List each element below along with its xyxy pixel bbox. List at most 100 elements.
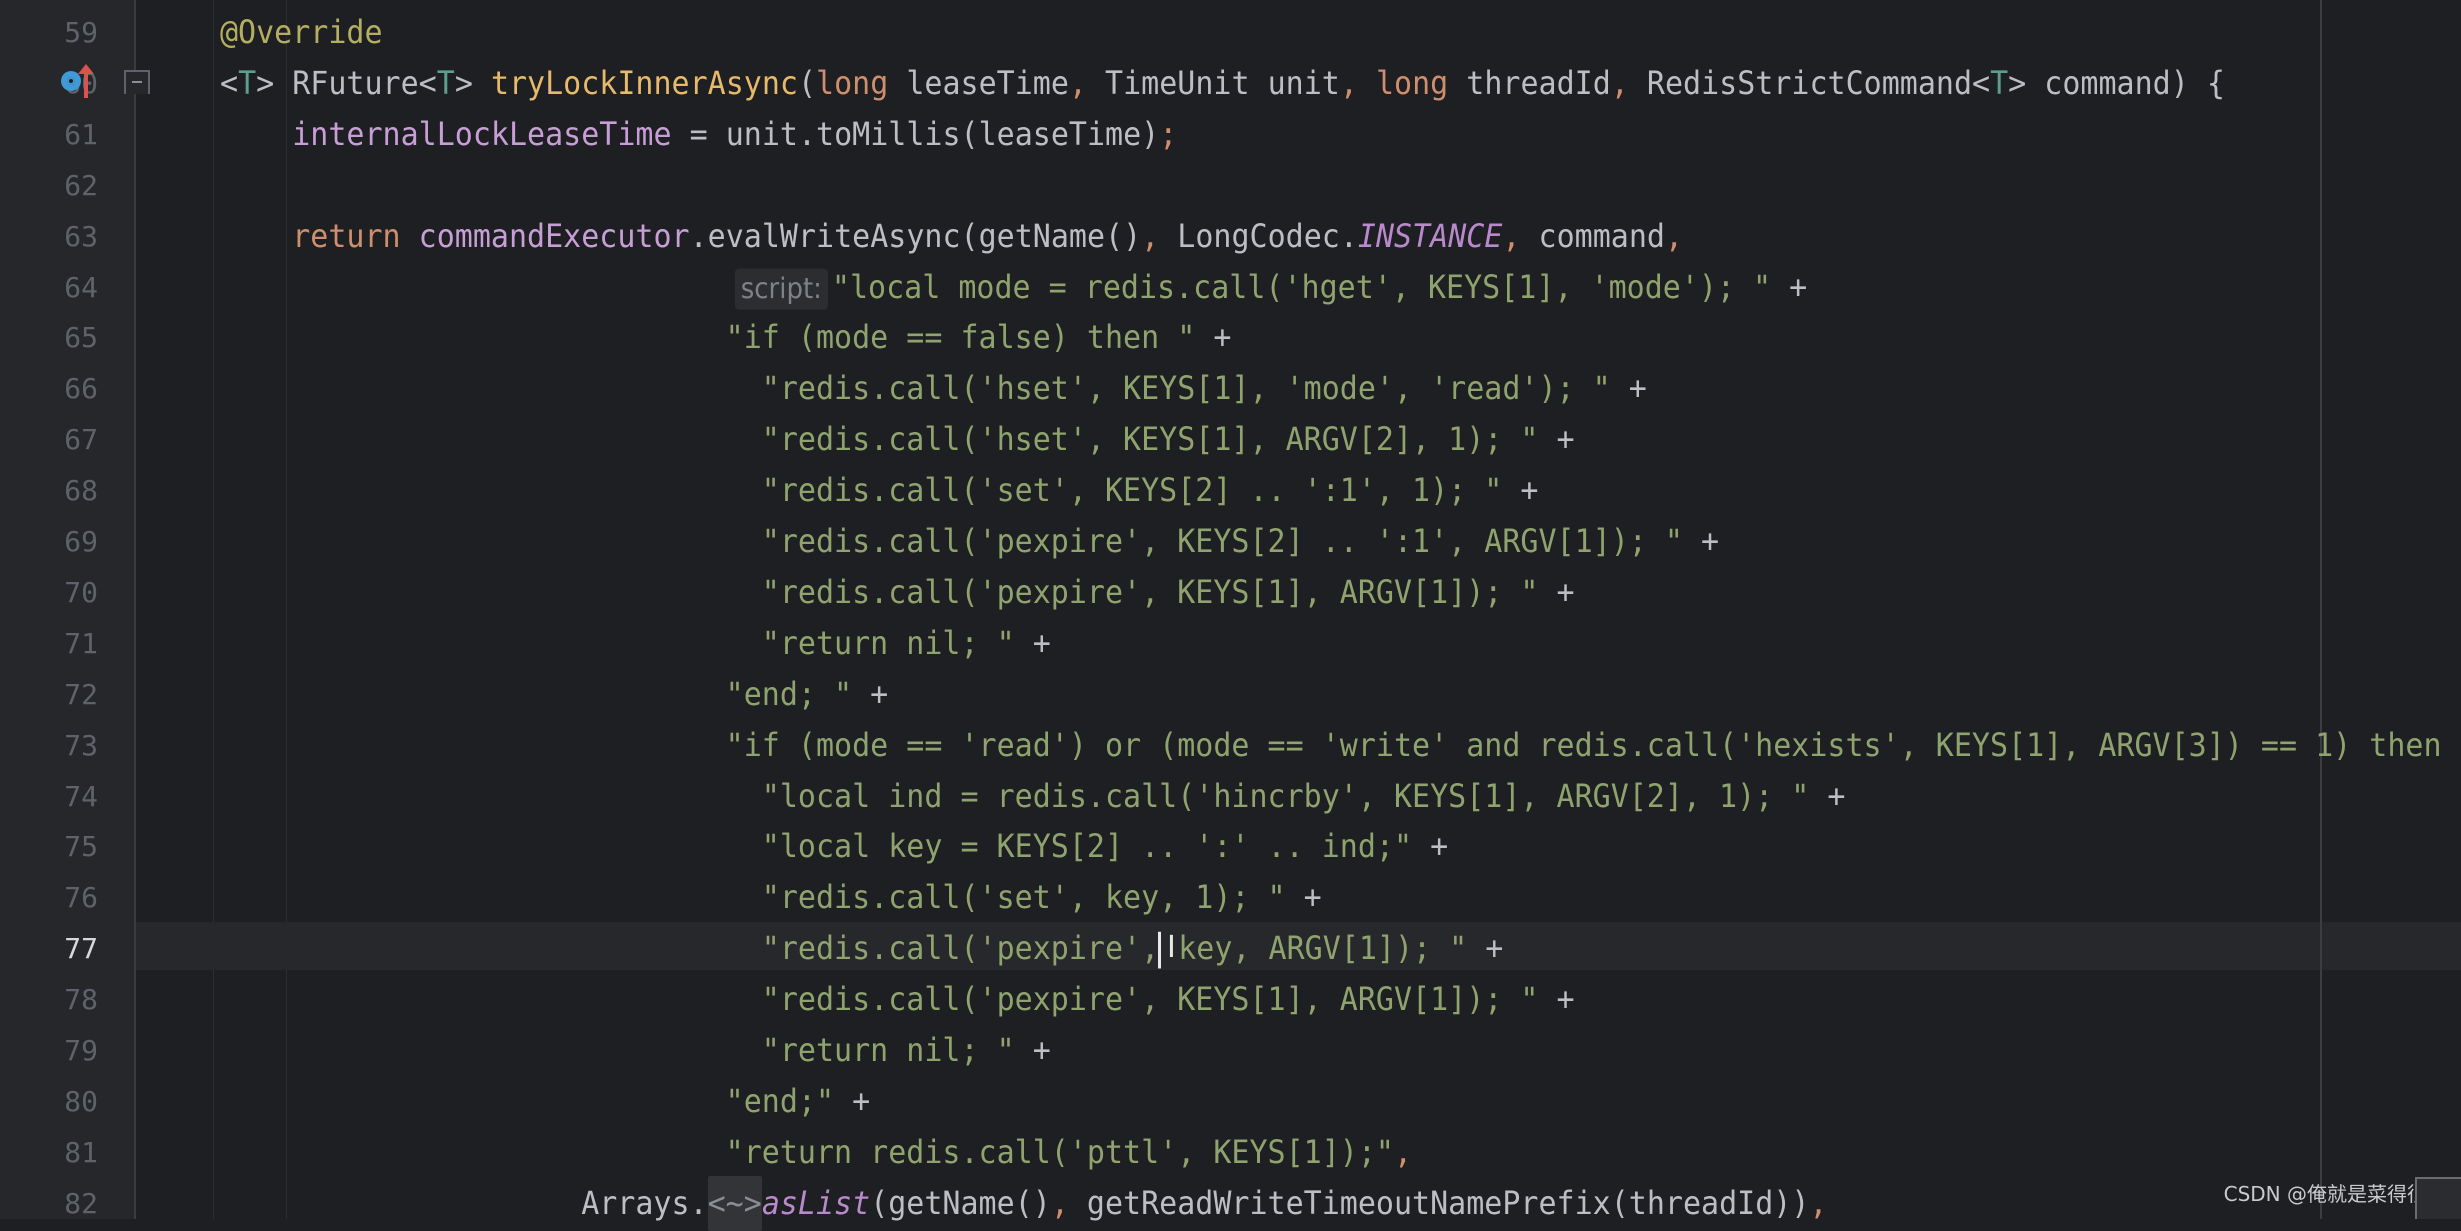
- code-text[interactable]: "redis.call('set', key, 1); " +: [762, 870, 1322, 925]
- punctuation: ,: [1068, 64, 1087, 103]
- code-line[interactable]: 65 "if (mode == false) then " +: [0, 312, 2461, 363]
- string-literal: "end;": [725, 1082, 835, 1121]
- code-line[interactable]: 82 Arrays.<~>asList(getName(), getReadWri…: [0, 1175, 2461, 1231]
- mouse-ibeam-cursor-icon: I: [1167, 930, 1176, 965]
- line-number[interactable]: 72: [0, 669, 98, 720]
- code-line[interactable]: 76 "redis.call('set', key, 1); " +: [0, 872, 2461, 923]
- code-line[interactable]: 74 "local ind = redis.call('hincrby', KEY…: [0, 771, 2461, 822]
- code-line[interactable]: 80 "end;" +: [0, 1076, 2461, 1127]
- code-line[interactable]: 81 "return redis.call('pttl', KEYS[1]);",: [0, 1127, 2461, 1178]
- code-text[interactable]: "redis.call('pexpire', KEYS[1], ARGV[1])…: [762, 972, 1575, 1027]
- type-parameter: T: [436, 64, 455, 103]
- line-number[interactable]: 82: [0, 1178, 98, 1229]
- line-number[interactable]: 61: [0, 109, 98, 160]
- punctuation: ,: [1809, 1184, 1828, 1223]
- code-text[interactable]: script: "local mode = redis.call('hget', …: [734, 259, 1807, 314]
- line-number[interactable]: 81: [0, 1127, 98, 1178]
- code-text[interactable]: internalLockLeaseTime = unit.toMillis(le…: [292, 107, 1177, 162]
- code-line[interactable]: 63 return commandExecutor.evalWriteAsync(…: [0, 211, 2461, 262]
- line-number[interactable]: 75: [0, 821, 98, 872]
- string-literal: "redis.call('hset', KEYS[1], 'mode', 're…: [761, 369, 1611, 408]
- code-line[interactable]: 60 <T> RFuture<T> tryLockInnerAsync(long …: [0, 58, 2461, 109]
- code-text[interactable]: "local ind = redis.call('hincrby', KEYS[…: [762, 768, 1846, 823]
- code-line[interactable]: 72 "end; " +: [0, 669, 2461, 720]
- code-text[interactable]: return commandExecutor.evalWriteAsync(ge…: [292, 209, 1683, 264]
- go-to-super-icon[interactable]: [78, 64, 94, 98]
- line-number[interactable]: 66: [0, 363, 98, 414]
- line-number[interactable]: 76: [0, 872, 98, 923]
- line-number[interactable]: 65: [0, 312, 98, 363]
- method-name: tryLockInnerAsync: [490, 64, 798, 103]
- line-number[interactable]: 74: [0, 771, 98, 822]
- code-text[interactable]: @Override: [220, 5, 383, 60]
- code-text: +: [1285, 878, 1322, 917]
- line-number[interactable]: 80: [0, 1076, 98, 1127]
- code-text[interactable]: "redis.call('pexpire', KEYS[2] .. ':1', …: [762, 514, 1719, 569]
- code-line[interactable]: 78 "redis.call('pexpire', KEYS[1], ARGV[1…: [0, 974, 2461, 1025]
- code-text: +: [852, 675, 889, 714]
- code-line[interactable]: 66 "redis.call('hset', KEYS[1], 'mode', '…: [0, 363, 2461, 414]
- code-text: > command) {: [2008, 64, 2225, 103]
- line-number[interactable]: 78: [0, 974, 98, 1025]
- overriding-method-icon[interactable]: [61, 71, 81, 91]
- code-text[interactable]: "if (mode == 'read') or (mode == 'write'…: [726, 718, 2460, 773]
- code-text: <: [220, 64, 239, 103]
- code-text[interactable]: "end;" +: [726, 1074, 871, 1129]
- code-text: getReadWriteTimeoutNamePrefix(threadId)): [1068, 1184, 1810, 1223]
- line-number[interactable]: 70: [0, 567, 98, 618]
- code-text: threadId: [1448, 64, 1611, 103]
- code-text[interactable]: "redis.call('pexpire', KEYS[1], ARGV[1])…: [762, 565, 1575, 620]
- code-text: (getName(): [870, 1184, 1051, 1223]
- code-text[interactable]: Arrays.<~>asList(getName(), getReadWrite…: [581, 1175, 1828, 1231]
- line-number[interactable]: 79: [0, 1025, 98, 1076]
- code-text[interactable]: "local key = KEYS[2] .. ':' .. ind;" +: [762, 819, 1448, 874]
- line-number[interactable]: 73: [0, 720, 98, 771]
- code-line[interactable]: 61 internalLockLeaseTime = unit.toMillis(…: [0, 109, 2461, 160]
- code-text: RedisStrictCommand<: [1628, 64, 1991, 103]
- punctuation: ,: [1502, 217, 1521, 255]
- code-text[interactable]: "redis.call('pexpire', key, ARGV[1]); " …: [762, 921, 1503, 976]
- code-line[interactable]: 70 "redis.call('pexpire', KEYS[1], ARGV[1…: [0, 567, 2461, 618]
- folded-generic[interactable]: <~>: [707, 1175, 762, 1231]
- line-number[interactable]: 67: [0, 414, 98, 465]
- line-number[interactable]: 69: [0, 516, 98, 567]
- code-text: Arrays.: [581, 1184, 708, 1223]
- code-text: +: [1502, 471, 1539, 510]
- line-number[interactable]: 64: [0, 262, 98, 313]
- code-text[interactable]: "return nil; " +: [762, 616, 1051, 671]
- code-line[interactable]: 79 "return nil; " +: [0, 1025, 2461, 1076]
- code-line[interactable]: 67 "redis.call('hset', KEYS[1], ARGV[2], …: [0, 414, 2461, 465]
- line-number[interactable]: 63: [0, 211, 98, 262]
- line-number[interactable]: 62: [0, 160, 98, 211]
- fold-marker-icon[interactable]: [124, 70, 150, 94]
- code-line[interactable]: 77 "redis.call('pexpire', key, ARGV[1]); …: [0, 923, 2461, 974]
- string-literal: "redis.call('pexpire', KEYS[2] .. ':1', …: [761, 522, 1683, 561]
- string-literal: "if (mode == false) then ": [725, 318, 1196, 357]
- code-line[interactable]: 64 script: "local mode = redis.call('hget'…: [0, 262, 2461, 313]
- line-number[interactable]: 59: [0, 7, 98, 58]
- line-number[interactable]: 68: [0, 465, 98, 516]
- code-line[interactable]: 75 "local key = KEYS[2] .. ':' .. ind;" +: [0, 821, 2461, 872]
- code-line[interactable]: 73 "if (mode == 'read') or (mode == 'writ…: [0, 720, 2461, 771]
- inlay-hint[interactable]: script:: [734, 267, 828, 309]
- code-text[interactable]: "redis.call('hset', KEYS[1], 'mode', 're…: [762, 361, 1647, 416]
- line-number[interactable]: 71: [0, 618, 98, 669]
- code-text[interactable]: "return nil; " +: [762, 1023, 1051, 1078]
- keyword: long: [816, 64, 889, 103]
- line-number[interactable]: 77: [0, 923, 98, 974]
- type-parameter: T: [238, 64, 257, 103]
- code-text[interactable]: "return redis.call('pttl', KEYS[1]);",: [726, 1125, 1412, 1180]
- code-text[interactable]: "end; " +: [726, 667, 889, 722]
- string-literal: "redis.call('pexpire', KEYS[1], ARGV[1])…: [761, 573, 1539, 612]
- code-text[interactable]: "redis.call('set', KEYS[2] .. ':1', 1); …: [762, 463, 1539, 518]
- code-text: command: [1520, 217, 1665, 255]
- code-text[interactable]: "if (mode == false) then " +: [726, 310, 1232, 365]
- code-line[interactable]: 59 @Override: [0, 7, 2461, 58]
- code-text[interactable]: "redis.call('hset', KEYS[1], ARGV[2], 1)…: [762, 412, 1575, 467]
- code-text[interactable]: <T> RFuture<T> tryLockInnerAsync(long le…: [220, 56, 2225, 111]
- code-line[interactable]: 71 "return nil; " +: [0, 618, 2461, 669]
- code-line[interactable]: 68 "redis.call('set', KEYS[2] .. ':1', 1)…: [0, 465, 2461, 516]
- code-line[interactable]: 62: [0, 160, 2461, 211]
- code-line[interactable]: 69 "redis.call('pexpire', KEYS[2] .. ':1'…: [0, 516, 2461, 567]
